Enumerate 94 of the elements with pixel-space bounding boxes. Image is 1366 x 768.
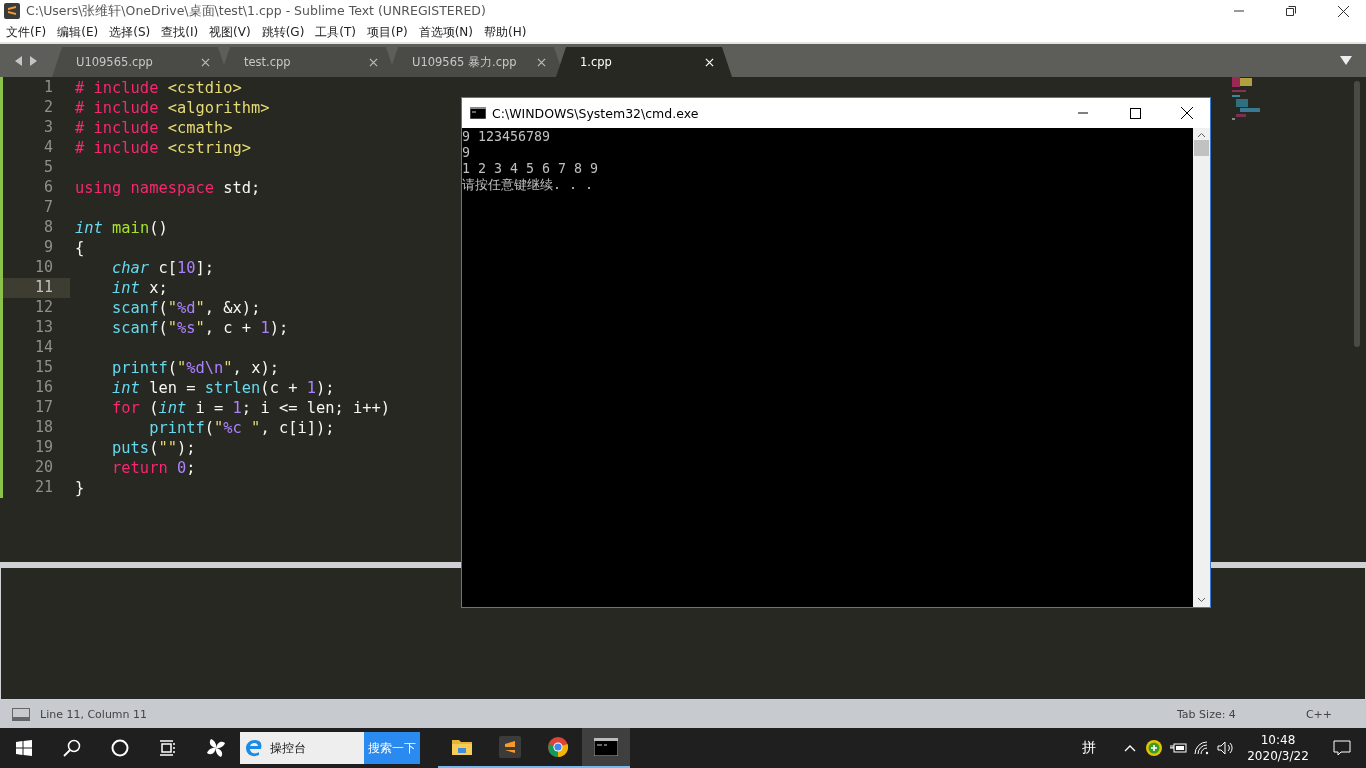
code-line: { bbox=[74, 239, 85, 257]
search-icon[interactable] bbox=[63, 739, 81, 757]
menu-item[interactable]: 编辑(E) bbox=[57, 23, 99, 41]
task-view-icon[interactable] bbox=[159, 740, 177, 756]
line-number: 16 bbox=[33, 378, 54, 398]
console-output: 1 2 3 4 5 6 7 8 9 bbox=[462, 161, 599, 177]
search-field[interactable]: 操控台 bbox=[240, 732, 364, 764]
console-icon bbox=[470, 107, 486, 119]
scrollbar[interactable] bbox=[1354, 81, 1360, 347]
cursor-position: Line 11, Column 11 bbox=[40, 707, 148, 721]
volume-icon[interactable] bbox=[1217, 741, 1235, 755]
code-line: scanf("%s", c + 1); bbox=[111, 319, 289, 337]
menu-item[interactable]: 文件(F) bbox=[6, 23, 47, 41]
circle-icon[interactable] bbox=[111, 739, 129, 757]
close-icon[interactable] bbox=[1181, 107, 1193, 119]
panel-icon[interactable] bbox=[12, 707, 30, 721]
folder-icon bbox=[451, 738, 473, 756]
battery-icon[interactable] bbox=[1169, 742, 1187, 754]
dropdown-icon[interactable] bbox=[1340, 56, 1352, 65]
line-number: 3 bbox=[42, 118, 54, 138]
windows-start-icon[interactable] bbox=[16, 740, 32, 756]
line-number: 20 bbox=[33, 458, 54, 478]
plus-icon[interactable] bbox=[1145, 739, 1163, 757]
code-line: puts(""); bbox=[111, 439, 196, 457]
maximize-icon[interactable] bbox=[1129, 107, 1141, 119]
menu-item[interactable]: 视图(V) bbox=[209, 23, 251, 41]
code-line: scanf("%d", &x); bbox=[111, 299, 261, 317]
line-number: 4 bbox=[42, 138, 54, 158]
menu-item[interactable]: 选择(S) bbox=[109, 23, 151, 41]
scroll-thumb[interactable] bbox=[1194, 140, 1209, 156]
tab-size[interactable]: Tab Size: 4 bbox=[1176, 707, 1236, 721]
scroll-down-icon[interactable] bbox=[1197, 597, 1206, 603]
syntax-label[interactable]: C++ bbox=[1305, 707, 1332, 721]
line-number: 12 bbox=[33, 298, 54, 318]
code-line: # include <algorithm> bbox=[74, 99, 270, 117]
line-number: 1 bbox=[42, 78, 54, 98]
sublime-icon bbox=[499, 736, 521, 758]
code-line: printf("%c ", c[i]); bbox=[148, 419, 335, 437]
code-line: printf("%d\n", x); bbox=[111, 359, 279, 377]
code-line: return 0; bbox=[111, 459, 196, 477]
code-line: # include <cmath> bbox=[74, 119, 233, 137]
code-line: int main() bbox=[74, 219, 168, 237]
window-title: C:\Users\张维轩\OneDrive\桌面\test\1.cpp - Sublime Text (UNREGISTERED) bbox=[26, 2, 487, 20]
close-icon[interactable] bbox=[1337, 5, 1349, 17]
line-number: 6 bbox=[42, 178, 54, 198]
menu-item[interactable]: 帮助(H) bbox=[484, 23, 527, 41]
line-number: 5 bbox=[42, 158, 54, 178]
code-line: char c[10]; bbox=[111, 259, 215, 277]
notification-icon[interactable] bbox=[1333, 740, 1351, 756]
line-number: 7 bbox=[42, 198, 54, 218]
scroll-up-icon[interactable] bbox=[1197, 132, 1206, 138]
line-number: 11 bbox=[3, 278, 70, 298]
chrome-icon bbox=[547, 736, 569, 758]
chevron-up-icon[interactable] bbox=[1124, 744, 1136, 752]
console-output: 9 123456789 bbox=[462, 129, 551, 145]
line-number: 15 bbox=[33, 358, 54, 378]
scrollbar[interactable] bbox=[1193, 128, 1210, 607]
line-number: 2 bbox=[42, 98, 54, 118]
line-number: 19 bbox=[33, 438, 54, 458]
code-line: int x; bbox=[111, 279, 168, 297]
menu-item[interactable]: 项目(P) bbox=[367, 23, 408, 41]
window-title: C:\WINDOWS\System32\cmd.exe bbox=[492, 105, 700, 121]
pinwheel-icon[interactable] bbox=[205, 737, 227, 759]
code-line: } bbox=[74, 479, 85, 497]
menu-item[interactable]: 查找(I) bbox=[161, 23, 199, 41]
input-method[interactable]: 拼 bbox=[1060, 739, 1118, 757]
taskbar-app[interactable] bbox=[582, 728, 630, 768]
code-line: int len = strlen(c + 1); bbox=[111, 379, 335, 397]
wifi-icon[interactable] bbox=[1194, 741, 1210, 755]
code-line: # include <cstdio> bbox=[74, 79, 242, 97]
console-output: 请按任意键继续. . . bbox=[462, 177, 594, 193]
line-number: 21 bbox=[33, 478, 54, 498]
restore-icon[interactable] bbox=[1286, 6, 1296, 16]
code-line: for (int i = 1; i <= len; i++) bbox=[111, 399, 391, 417]
console-output: 9 bbox=[462, 145, 470, 161]
code-line: # include <cstring> bbox=[74, 139, 252, 157]
line-number: 17 bbox=[33, 398, 54, 418]
menu-item[interactable]: 工具(T) bbox=[315, 23, 357, 41]
browser-icon bbox=[244, 738, 264, 758]
line-number: 10 bbox=[33, 258, 54, 278]
line-number: 9 bbox=[42, 238, 54, 258]
console-icon bbox=[594, 738, 618, 756]
line-number: 18 bbox=[33, 418, 54, 438]
line-number: 8 bbox=[42, 218, 54, 238]
tab[interactable]: 1.cpp bbox=[556, 47, 732, 77]
arrows-icon[interactable] bbox=[15, 55, 37, 66]
menu-item[interactable]: 首选项(N) bbox=[418, 23, 473, 41]
search-button[interactable]: 搜索一下 bbox=[364, 732, 420, 764]
sublime-icon bbox=[4, 3, 20, 19]
line-number: 13 bbox=[33, 318, 54, 338]
clock[interactable]: 10:48 2020/3/22 bbox=[1238, 728, 1318, 768]
line-number: 14 bbox=[33, 338, 54, 358]
code-line: using namespace std; bbox=[74, 179, 261, 197]
menu-item[interactable]: 跳转(G) bbox=[261, 23, 305, 41]
